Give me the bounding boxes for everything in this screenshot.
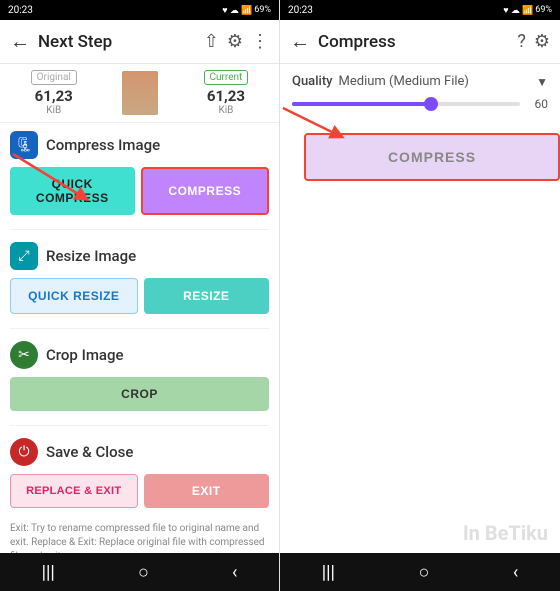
resize-section-icon: ⤢ — [10, 242, 38, 270]
current-label: Current — [204, 70, 249, 85]
left-status-bar: 20:23 ♥ ☁ 📶 69% — [0, 0, 279, 20]
resize-section-title: Resize Image — [46, 247, 136, 265]
right-nav-home[interactable]: ○ — [406, 556, 441, 589]
quick-resize-button[interactable]: QUICK RESIZE — [10, 278, 138, 314]
compress-button-right[interactable]: COMPRESS — [304, 133, 560, 181]
divider-2 — [10, 328, 269, 329]
quality-slider[interactable] — [292, 102, 520, 106]
crop-button[interactable]: CROP — [10, 377, 269, 411]
divider-3 — [10, 425, 269, 426]
right-status-icons: ♥ ☁ 📶 69% — [503, 5, 552, 16]
save-btn-row: REPLACE & EXIT EXIT — [10, 474, 269, 508]
right-panel: 20:23 ♥ ☁ 📶 69% ← Compress ? ⚙ Quality M… — [280, 0, 560, 591]
exit-note: Exit: Try to rename compressed file to o… — [0, 518, 279, 553]
left-top-bar: ← Next Step ⇧ ⚙ ⋮ — [0, 20, 279, 64]
original-label: Original — [31, 70, 77, 85]
quality-dropdown-icon[interactable]: ▼ — [536, 75, 548, 89]
crop-header: ✂ Crop Image — [10, 341, 269, 369]
right-title: Compress — [318, 32, 509, 52]
image-thumbnail — [122, 71, 158, 115]
right-time: 20:23 — [288, 5, 313, 16]
left-content: 🗜 Compress Image QUICK COMPRESS COMPRESS — [0, 123, 279, 553]
quality-row: Quality Medium (Medium File) ▼ — [280, 64, 560, 93]
left-status-icons: ♥ ☁ 📶 69% — [222, 5, 271, 16]
left-title: Next Step — [38, 32, 196, 52]
slider-fill — [292, 102, 429, 106]
save-header: ⏻ Save & Close — [10, 438, 269, 466]
replace-exit-button[interactable]: REPLACE & EXIT — [10, 474, 138, 508]
right-back-button[interactable]: ← — [290, 29, 310, 54]
resize-section: ⤢ Resize Image QUICK RESIZE RESIZE — [0, 234, 279, 324]
compress-btn-row: QUICK COMPRESS COMPRESS — [10, 167, 269, 215]
quick-compress-button[interactable]: QUICK COMPRESS — [10, 167, 135, 215]
quality-label: Quality — [292, 74, 333, 89]
slider-value: 60 — [528, 97, 548, 111]
left-back-button[interactable]: ← — [10, 29, 30, 54]
avatar-image — [122, 71, 158, 115]
original-unit: KiB — [31, 105, 77, 116]
left-nav-back[interactable]: ‹ — [220, 556, 249, 589]
crop-section: ✂ Crop Image CROP — [0, 333, 279, 421]
right-nav-back[interactable]: ‹ — [501, 556, 530, 589]
current-unit: KiB — [204, 105, 249, 116]
compress-section-icon: 🗜 — [10, 131, 38, 159]
left-time: 20:23 — [8, 5, 33, 16]
settings-icon[interactable]: ⚙ — [227, 31, 243, 52]
more-options-icon[interactable]: ⋮ — [251, 31, 269, 52]
resize-header: ⤢ Resize Image — [10, 242, 269, 270]
watermark: In BeTiku — [280, 513, 560, 553]
quality-value: Medium (Medium File) — [339, 74, 531, 89]
exit-button[interactable]: EXIT — [144, 474, 270, 508]
original-size: 61,23 — [31, 87, 77, 105]
left-nav-home[interactable]: ○ — [126, 556, 161, 589]
save-section: ⏻ Save & Close REPLACE & EXIT EXIT — [0, 430, 279, 518]
left-panel: 20:23 ♥ ☁ 📶 69% ← Next Step ⇧ ⚙ ⋮ Origin… — [0, 0, 280, 591]
slider-thumb[interactable] — [424, 97, 438, 111]
original-info: Original 61,23 KiB — [31, 70, 77, 116]
compress-button-right-area: COMPRESS — [292, 127, 548, 187]
compress-button-left[interactable]: COMPRESS — [141, 167, 270, 215]
right-bottom-nav: ||| ○ ‹ — [280, 553, 560, 591]
share-icon[interactable]: ⇧ — [204, 31, 219, 52]
resize-btn-row: QUICK RESIZE RESIZE — [10, 278, 269, 314]
divider-1 — [10, 229, 269, 230]
right-nav-menu[interactable]: ||| — [310, 556, 347, 589]
compress-buttons-area: QUICK COMPRESS COMPRESS — [10, 167, 269, 215]
right-settings-icon[interactable]: ⚙ — [534, 31, 550, 52]
compress-section-title: Compress Image — [46, 136, 160, 154]
image-info-bar: Original 61,23 KiB Current 61,23 KiB — [0, 64, 279, 123]
crop-btn-row: CROP — [10, 377, 269, 411]
current-size: 61,23 — [204, 87, 249, 105]
right-help-icon[interactable]: ? — [517, 31, 526, 52]
slider-container: 60 — [280, 93, 560, 121]
right-spacer — [280, 193, 560, 513]
save-section-icon: ⏻ — [10, 438, 38, 466]
left-bottom-nav: ||| ○ ‹ — [0, 553, 279, 591]
crop-section-icon: ✂ — [10, 341, 38, 369]
current-info: Current 61,23 KiB — [204, 70, 249, 116]
compress-header: 🗜 Compress Image — [10, 131, 269, 159]
right-status-bar: 20:23 ♥ ☁ 📶 69% — [280, 0, 560, 20]
resize-button[interactable]: RESIZE — [144, 278, 270, 314]
left-nav-menu[interactable]: ||| — [30, 556, 67, 589]
compress-section: 🗜 Compress Image QUICK COMPRESS COMPRESS — [0, 123, 279, 225]
crop-section-title: Crop Image — [46, 346, 124, 364]
right-top-bar: ← Compress ? ⚙ — [280, 20, 560, 64]
save-section-title: Save & Close — [46, 443, 133, 461]
